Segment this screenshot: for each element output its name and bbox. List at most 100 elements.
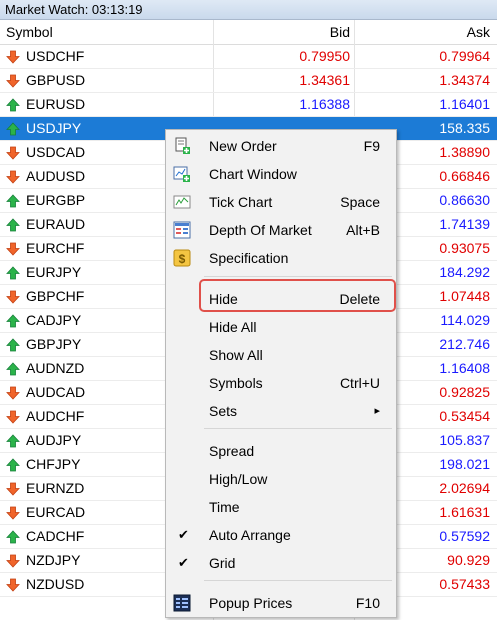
menu-item-new-order[interactable]: New Order F9 xyxy=(166,132,396,160)
symbol-cell: CADJPY xyxy=(26,312,82,328)
menu-item-label: High/Low xyxy=(209,471,268,487)
ask-cell: 105.837 xyxy=(439,432,490,448)
menu-separator xyxy=(204,580,392,581)
menu-item-tick-chart[interactable]: Tick Chart Space xyxy=(166,188,396,216)
submenu-arrow-icon: ▸ xyxy=(374,405,380,417)
bid-cell: 1.16388 xyxy=(299,96,350,112)
ask-cell: 212.746 xyxy=(439,336,490,352)
menu-item-label: Spread xyxy=(209,443,255,459)
symbol-cell: GBPUSD xyxy=(26,72,86,88)
symbol-cell: EURJPY xyxy=(26,264,82,280)
arrow-up-icon xyxy=(6,218,20,232)
menu-item-chart-window[interactable]: Chart Window xyxy=(166,160,396,188)
bid-cell: 0.79950 xyxy=(299,48,350,64)
ask-cell: 0.57433 xyxy=(439,576,490,592)
arrow-up-icon xyxy=(6,434,20,448)
menu-item-shortcut: Space xyxy=(340,194,380,210)
menu-item-label: Show All xyxy=(209,347,263,363)
menu-item-symbols[interactable]: Symbols Ctrl+U xyxy=(166,369,396,397)
menu-item-auto-arrange[interactable]: ✔ Auto Arrange xyxy=(166,521,396,549)
column-header-symbol[interactable]: Symbol xyxy=(6,20,53,44)
arrow-down-icon xyxy=(6,410,20,424)
symbol-cell: AUDJPY xyxy=(26,432,82,448)
menu-item-label: Tick Chart xyxy=(209,194,273,210)
ask-cell: 1.74139 xyxy=(439,216,490,232)
ask-cell: 1.16408 xyxy=(439,360,490,376)
menu-item-shortcut: Ctrl+U xyxy=(339,375,380,391)
arrow-up-icon xyxy=(6,266,20,280)
table-row[interactable]: EURUSD 1.16388 1.16401 xyxy=(0,93,497,117)
symbol-cell: CADCHF xyxy=(26,528,85,544)
symbol-cell: EURNZD xyxy=(26,480,85,496)
menu-item-label: Specification xyxy=(209,250,289,266)
menu-item-show-all[interactable]: Show All xyxy=(166,341,396,369)
symbol-cell: USDCAD xyxy=(26,144,86,160)
ask-cell: 0.66846 xyxy=(439,168,490,184)
table-row[interactable]: GBPUSD 1.34361 1.34374 xyxy=(0,69,497,93)
ask-cell: 158.335 xyxy=(439,120,490,136)
arrow-down-icon xyxy=(6,74,20,88)
arrow-up-icon xyxy=(6,458,20,472)
menu-item-sets[interactable]: Sets ▸ xyxy=(166,397,396,425)
ask-cell: 0.79964 xyxy=(439,48,490,64)
symbol-cell: EURCHF xyxy=(26,240,85,256)
ask-cell: 1.61631 xyxy=(439,504,490,520)
menu-item-hide-all[interactable]: Hide All xyxy=(166,313,396,341)
menu-item-label: Hide All xyxy=(209,319,257,335)
context-menu: New Order F9 Chart Window Tick Chart Space De… xyxy=(165,129,397,618)
arrow-up-icon xyxy=(6,314,20,328)
ask-cell: 114.029 xyxy=(440,312,490,328)
arrow-down-icon xyxy=(6,554,20,568)
symbol-cell: GBPJPY xyxy=(26,336,82,352)
arrow-down-icon xyxy=(6,386,20,400)
chart-window-icon xyxy=(173,166,190,182)
ask-cell: 1.16401 xyxy=(439,96,490,112)
bid-cell: 1.34361 xyxy=(299,72,350,88)
symbol-cell: USDCHF xyxy=(26,48,85,64)
column-header-ask[interactable]: Ask xyxy=(467,20,490,44)
arrow-up-icon xyxy=(6,338,20,352)
menu-item-popup-prices[interactable]: Popup Prices F10 xyxy=(166,589,396,617)
popup-prices-icon xyxy=(173,594,191,612)
ask-cell: 0.86630 xyxy=(439,192,490,208)
ask-cell: 90.929 xyxy=(447,552,490,568)
ask-cell: 184.292 xyxy=(439,264,490,280)
arrow-down-icon xyxy=(6,146,20,160)
symbol-cell: EURCAD xyxy=(26,504,86,520)
arrow-down-icon xyxy=(6,170,20,184)
symbol-cell: EURAUD xyxy=(26,216,86,232)
menu-item-label: Symbols xyxy=(209,375,263,391)
menu-item-time[interactable]: Time xyxy=(166,493,396,521)
ask-cell: 0.57592 xyxy=(439,528,490,544)
ask-cell: 2.02694 xyxy=(439,480,490,496)
menu-item-specification[interactable]: $ Specification xyxy=(166,244,396,272)
menu-item-shortcut: F9 xyxy=(363,138,380,154)
symbol-cell: AUDUSD xyxy=(26,168,86,184)
menu-item-label: Chart Window xyxy=(209,166,297,182)
menu-item-label: Time xyxy=(209,499,240,515)
arrow-down-icon xyxy=(6,242,20,256)
arrow-up-icon xyxy=(6,122,20,136)
symbol-cell: USDJPY xyxy=(26,120,82,136)
menu-item-spread[interactable]: Spread xyxy=(166,437,396,465)
menu-item-label: New Order xyxy=(209,138,277,154)
arrow-up-icon xyxy=(6,362,20,376)
ask-cell: 0.53454 xyxy=(439,408,490,424)
table-row[interactable]: USDCHF 0.79950 0.79964 xyxy=(0,45,497,69)
menu-item-depth-of-market[interactable]: Depth Of Market Alt+B xyxy=(166,216,396,244)
ask-cell: 0.93075 xyxy=(439,240,490,256)
symbol-cell: NZDUSD xyxy=(26,576,85,592)
menu-item-label: Popup Prices xyxy=(209,595,293,611)
window-title: Market Watch: 03:13:19 xyxy=(0,0,497,20)
svg-text:$: $ xyxy=(179,252,186,266)
arrow-down-icon xyxy=(6,482,20,496)
table-header: Symbol Bid Ask xyxy=(0,20,497,45)
arrow-down-icon xyxy=(6,506,20,520)
menu-item-grid[interactable]: ✔ Grid xyxy=(166,549,396,577)
column-header-bid[interactable]: Bid xyxy=(330,20,350,44)
symbol-cell: AUDCAD xyxy=(26,384,86,400)
menu-item-high-low[interactable]: High/Low xyxy=(166,465,396,493)
menu-item-label: Grid xyxy=(209,555,236,571)
ask-cell: 1.38890 xyxy=(439,144,490,160)
ask-cell: 198.021 xyxy=(439,456,490,472)
